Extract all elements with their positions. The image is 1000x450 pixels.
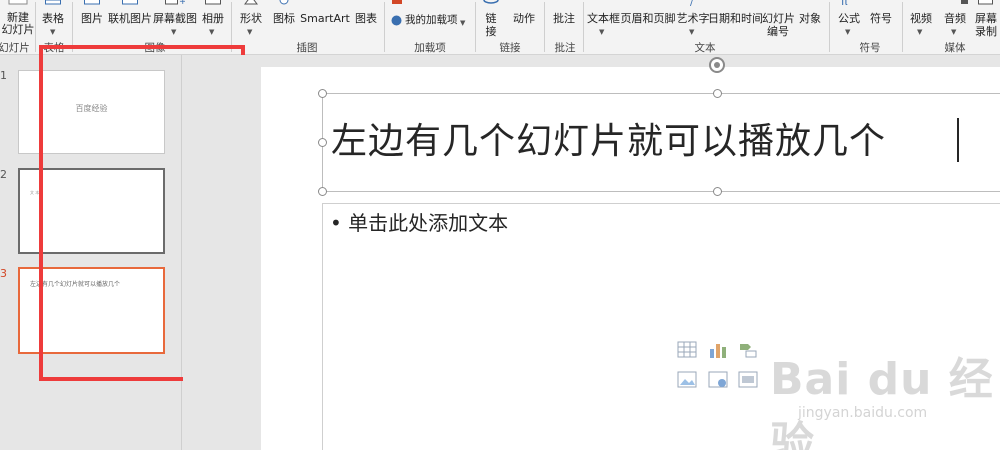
slide-number: 1 [0,69,7,82]
picture-icon [84,0,100,5]
screen-recording-icon [978,0,993,5]
chevron-down-icon: ▼ [917,28,923,36]
chart-icon[interactable] [708,341,728,359]
audio-icon [961,0,968,4]
group-label-illustrations: 插图 [296,42,318,54]
group-separator [384,2,385,52]
group-label-comments: 批注 [554,42,576,54]
group-separator [475,2,476,52]
group-separator [829,2,830,52]
online-picture-icon [122,0,138,5]
svg-text:+: + [179,0,185,6]
picture-icon[interactable] [677,371,697,389]
slide-number: 2 [0,168,7,181]
smartart-icon[interactable] [738,341,758,359]
resize-handle[interactable] [318,187,327,196]
slide-number: 3 [0,267,7,280]
svg-text:π: π [841,0,848,6]
group-label-text: 文本 [694,42,716,54]
group-label-media: 媒体 [944,42,966,54]
rotate-handle-icon[interactable] [708,56,726,74]
group-label-links: 链接 [499,42,521,54]
shapes-icon [244,0,258,5]
body-placeholder-text[interactable]: • 单击此处添加文本 [330,207,508,236]
table-icon [45,0,61,5]
resize-handle[interactable] [713,187,722,196]
text-cursor [957,118,959,162]
chevron-down-icon: ▼ [845,28,851,36]
chevron-down-icon: ▼ [50,28,56,36]
screenshot-icon: + [165,0,185,6]
store-icon [392,0,402,4]
icons-icon [279,0,289,5]
group-separator [902,2,903,52]
link-icon [483,0,499,4]
album-icon [205,0,221,5]
chevron-down-icon: ▼ [247,28,253,36]
svg-text:/: / [690,0,694,6]
new-slide-icon [8,0,28,5]
powerpoint-window: 新建 幻灯片 表格 ▼ 图片 联机图片 + 屏幕截图 ▼ 相册 ▼ 形状 ▼ 图… [0,0,1000,450]
watermark: Bai du 经验 jingyan.baidu.com [770,343,995,450]
resize-handle[interactable] [713,89,722,98]
chevron-down-icon: ▼ [951,28,957,36]
group-label-symbols: 符号 [859,42,881,54]
table-icon[interactable] [677,341,697,359]
slide-thumbnail-text: 文 本 [30,190,40,195]
chevron-down-icon: ▼ [209,28,215,36]
chevron-down-icon: ▼ [599,28,605,36]
resize-handle[interactable] [318,89,327,98]
group-label-slides: 幻灯片 [0,42,30,54]
addins-icon [391,15,402,26]
resize-handle[interactable] [318,138,327,147]
group-label-addins: 加载项 [414,42,446,54]
pi-icon: π [841,0,848,6]
chevron-down-icon: ▼ [171,28,177,36]
online-picture-icon[interactable] [708,371,728,389]
chevron-down-icon: ▼ [689,28,695,36]
slide-title-text[interactable]: 左边有几个幻灯片就可以播放几个 [331,112,886,164]
wordart-icon: / [690,0,694,6]
video-icon[interactable] [738,371,758,389]
chevron-down-icon: ▼ [460,19,466,27]
watermark-logo: Bai du 经验 [770,354,994,450]
watermark-url: jingyan.baidu.com [798,405,928,421]
